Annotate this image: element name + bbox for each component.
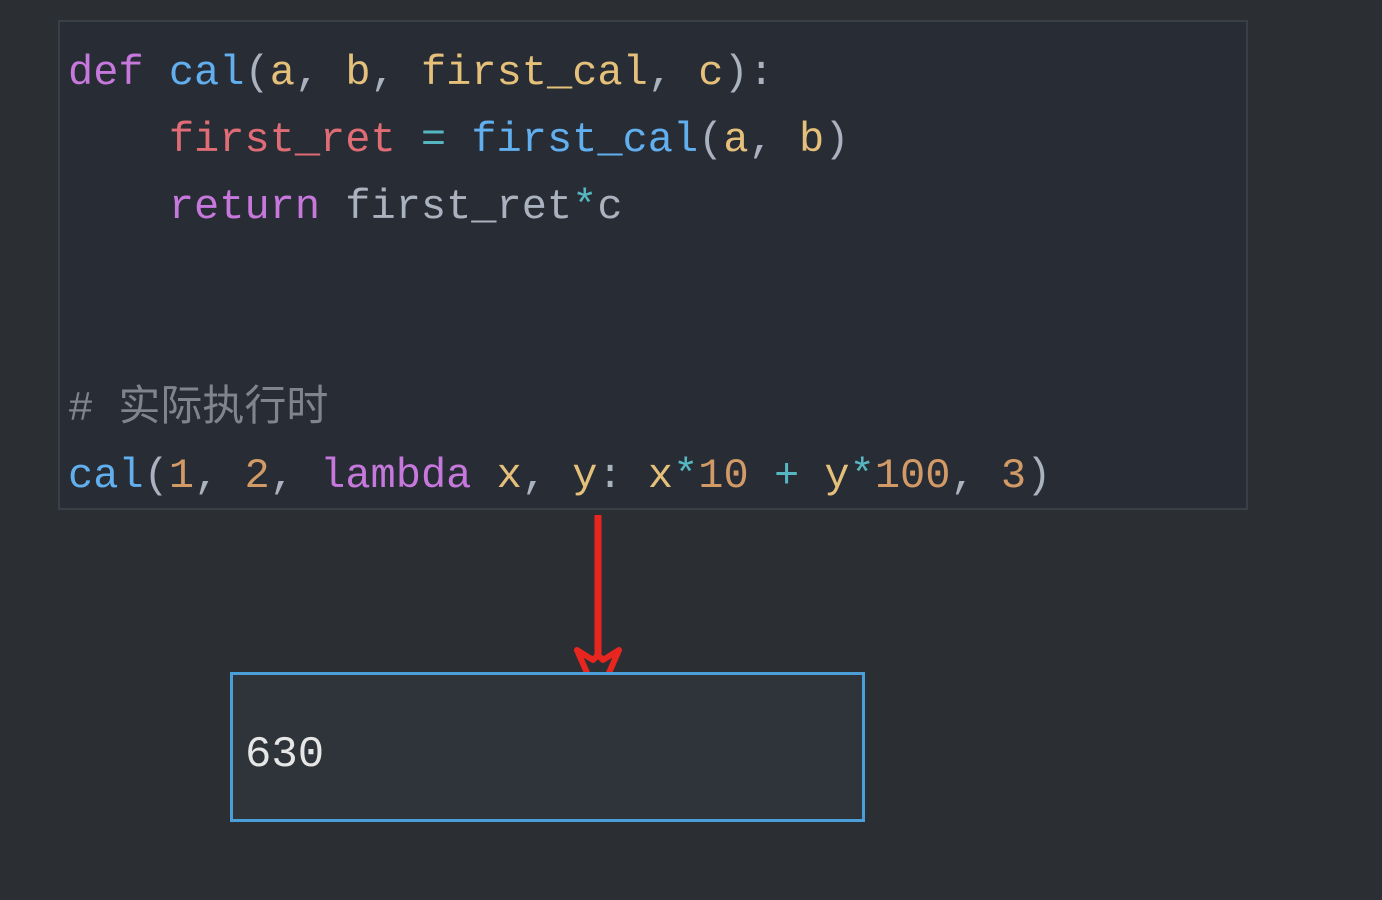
call-cal: cal [68,452,144,500]
rparen-colon: ): [723,49,773,97]
code-block: def cal(a, b, first_cal, c): first_ret =… [58,20,1248,510]
var-c: c [597,183,622,231]
num-10: 10 [698,452,748,500]
expr-y: y [824,452,849,500]
op-plus: + [774,452,799,500]
arg-b: b [799,116,824,164]
comma: , [749,116,799,164]
lambda-x: x [497,452,522,500]
expr-x: x [648,452,673,500]
rparen: ) [1026,452,1051,500]
param-b: b [345,49,370,97]
num-100: 100 [875,452,951,500]
kw-return: return [169,183,320,231]
num-2: 2 [244,452,269,500]
output-value: 630 [245,730,324,780]
var-first-ret: first_ret [345,183,572,231]
rparen: ) [824,116,849,164]
kw-def: def [68,49,144,97]
colon: : [597,452,647,500]
lparen: ( [698,116,723,164]
indent [68,183,169,231]
comma: , [270,452,320,500]
num-3: 3 [1001,452,1026,500]
output-box: 630 [230,672,865,822]
num-1: 1 [169,452,194,500]
lparen: ( [144,452,169,500]
kw-lambda: lambda [320,452,471,500]
op-star: * [572,183,597,231]
comma: , [648,49,698,97]
op-star: * [850,452,875,500]
comma: , [522,452,572,500]
param-first-cal: first_cal [421,49,648,97]
indent [68,116,169,164]
op-eq: = [421,116,446,164]
arg-a: a [723,116,748,164]
var-first-ret: first_ret [169,116,396,164]
param-c: c [698,49,723,97]
comment: # 实际执行时 [68,385,328,433]
param-a: a [270,49,295,97]
comma: , [295,49,345,97]
func-name: cal [169,49,245,97]
op-star: * [673,452,698,500]
comma: , [371,49,421,97]
comma: , [194,452,244,500]
lparen: ( [244,49,269,97]
call-first-cal: first_cal [471,116,698,164]
comma: , [950,452,1000,500]
lambda-y: y [572,452,597,500]
